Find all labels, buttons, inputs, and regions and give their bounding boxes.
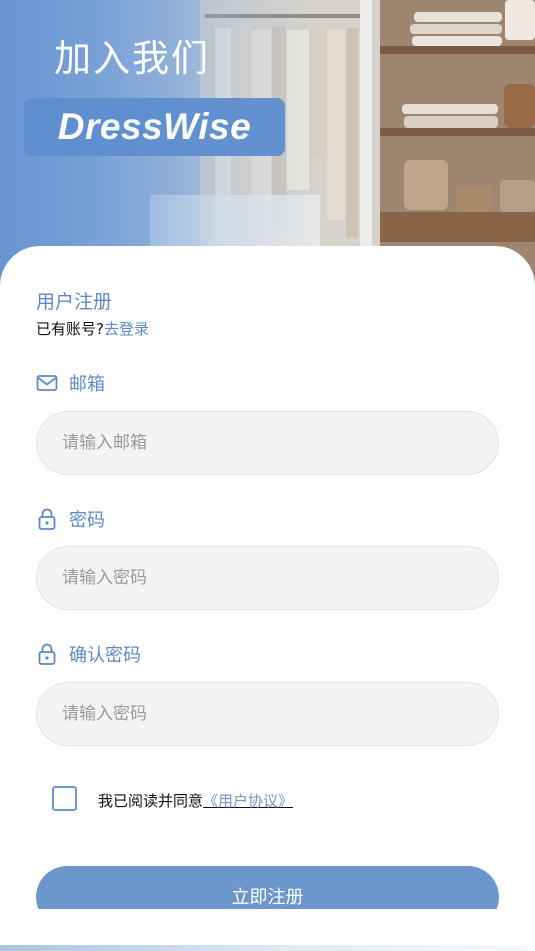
login-prompt-text: 已有账号? — [36, 320, 104, 338]
confirm-password-label: 确认密码 — [36, 642, 141, 666]
email-label-text: 邮箱 — [69, 374, 105, 395]
register-button[interactable]: 立即注册 — [36, 866, 499, 909]
submit-button-container: 立即注册 — [36, 866, 499, 909]
confirm-password-label-text: 确认密码 — [69, 645, 141, 666]
agreement-text: 我已阅读并同意《用户协议》 — [98, 790, 293, 811]
go-login-link[interactable]: 去登录 — [104, 320, 149, 338]
confirm-password-field[interactable] — [36, 682, 499, 746]
email-label: 邮箱 — [36, 371, 105, 395]
password-label-text: 密码 — [69, 510, 105, 531]
agreement-label: 我已阅读并同意 — [98, 792, 204, 810]
lock-icon — [38, 508, 56, 530]
page-title: 用户注册 — [36, 291, 113, 313]
brand-logo: DressWise — [24, 98, 285, 156]
user-agreement-link[interactable]: 《用户协议》 — [203, 792, 293, 810]
email-field[interactable] — [36, 411, 499, 475]
mail-icon — [36, 375, 58, 391]
hero-title: 加入我们 — [54, 37, 210, 80]
brand-name: DressWise — [57, 106, 252, 147]
bottom-gradient-bar — [0, 945, 535, 951]
agree-checkbox[interactable] — [52, 786, 77, 811]
agreement-row: 我已阅读并同意《用户协议》 — [52, 786, 293, 811]
password-label: 密码 — [36, 507, 105, 531]
password-field[interactable] — [36, 546, 499, 610]
lock-icon — [38, 643, 56, 665]
register-card: 用户注册 已有账号?去登录 邮箱 密码 确认密码 我已阅读并 — [0, 246, 535, 951]
login-prompt: 已有账号?去登录 — [36, 318, 149, 339]
